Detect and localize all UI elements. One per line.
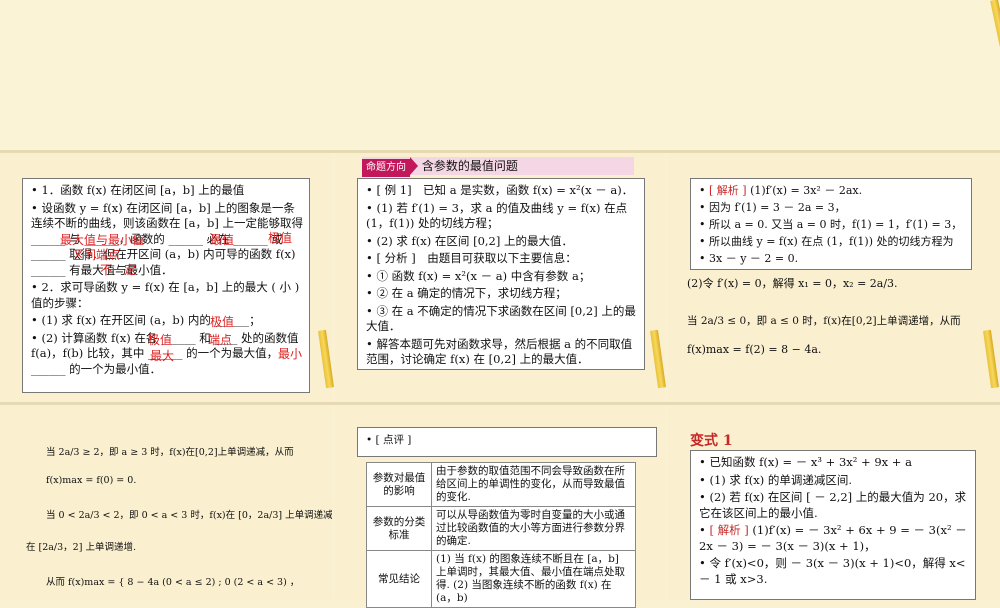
variant-item: 令 f′(x)<0，则 － 3(x － 3)(x + 1)<0，解得 x< － …	[699, 556, 969, 587]
case-line: 在 [2a/3，2] 上单调递增.	[26, 542, 136, 553]
top-blank-slide	[0, 0, 1000, 150]
answer-endpoint: 端点	[208, 333, 233, 347]
table-row: 参数的分类标准 可以从导函数值为零时自变量的大小或通过比较函数值的大小等方面进行…	[366, 506, 636, 551]
pencil-decoration-top	[968, 0, 1000, 150]
jiexi-label: [ 解析 ]	[709, 523, 749, 537]
variant-panel: 已知函数 f(x) = － x³ + 3x² + 9x + a (1) 求 f(…	[690, 450, 976, 600]
solution-item: 所以曲线 y = f(x) 在点 (1，f(1)) 处的切线方程为	[699, 234, 965, 249]
answer-biggest: 最大	[150, 349, 175, 363]
table-header-cell: 常见结论	[366, 550, 432, 608]
solution-step: (2)令 f′(x) = 0，解得 x₁ = 0，x₂ = 2a/3.	[687, 277, 898, 290]
tag-title: 含参数的最值问题	[421, 159, 518, 173]
table-header-cell: 参数的分类标准	[366, 506, 432, 551]
item-4: (1) 求 f(x) 在开区间 (a，b) 内的 ______；	[31, 313, 303, 329]
slide-4: 当 2a/3 ≥ 2，即 a ≥ 3 时，f(x)在[0,2]上单调递减，从而 …	[0, 405, 332, 600]
answer-jizhi-2: 极值	[210, 315, 235, 329]
variant-item: [ 解析 ] (1)f′(x) = － 3x² + 6x + 9 = － 3(x…	[699, 523, 969, 554]
solution-item: 因为 f′(1) = 3 － 2a = 3，	[699, 200, 965, 215]
comment-header: [ 点评 ]	[366, 434, 411, 446]
example-item: [ 分析 ] 由题目可获取以下主要信息：	[366, 251, 638, 267]
table-cell: (1) 当 f(x) 的图象连续不断且在 [a，b] 上单调时，其最大值、最小值…	[431, 550, 636, 608]
item-3: 2．求可导函数 y = f(x) 在 [a，b] 上的最大 ( 小 ) 值的步骤…	[31, 280, 303, 311]
solution-step: f(x)max = f(2) = 8 − 4a.	[687, 343, 822, 356]
solution-item: 所以 a = 0. 又当 a = 0 时，f(1) = 1，f′(1) = 3，	[699, 217, 965, 232]
example-item: (2) 求 f(x) 在区间 [0,2] 上的最大值．	[366, 234, 638, 250]
pencil-decoration-1	[318, 329, 334, 400]
slide-1: 1．函数 f(x) 在闭区间 [a，b] 上的最值 设函数 y = f(x) 在…	[0, 153, 332, 402]
table-row: 参数对最值的影响 由于参数的取值范围不同会导致函数在所给区间上的单调性的变化，从…	[366, 462, 636, 507]
example-item: (1) 若 f′(1) = 3，求 a 的值及曲线 y = f(x) 在点 (1…	[366, 201, 638, 232]
answer-jizhi: 极值	[268, 231, 293, 245]
table-header-cell: 参数对最值的影响	[366, 462, 432, 507]
variant-item: (2) 若 f(x) 在区间 [ － 2,2] 上的最大值为 20，求它在该区间…	[699, 490, 969, 521]
table-cell: 由于参数的取值范围不同会导致函数在所给区间上的单调性的变化，从而导致最值的变化.	[431, 462, 636, 507]
section-tag: 命题方向 含参数的最值问题	[362, 157, 634, 177]
jiexi-label: [ 解析 ]	[709, 184, 747, 197]
answer-zuizhi: 最值	[210, 233, 235, 247]
answer-jizhi-3: 极值	[148, 333, 173, 347]
answer-not-necessarily: 不一定	[100, 263, 137, 277]
example-item: [ 例 1] 已知 a 是实数，函数 f(x) = x²(x － a)．	[366, 183, 638, 199]
comment-table: 参数对最值的影响 由于参数的取值范围不同会导致函数在所给区间上的单调性的变化，从…	[366, 462, 636, 608]
variant-item: (1) 求 f(x) 的单调递减区间.	[699, 473, 969, 489]
table-row: 常见结论 (1) 当 f(x) 的图象连续不断且在 [a，b] 上单调时，其最大…	[366, 550, 636, 608]
solution-panel: [ 解析 ] (1)f′(x) = 3x² － 2ax. 因为 f′(1) = …	[690, 178, 972, 270]
example-item: 解答本题可先对函数求导，然后根据 a 的不同取值范围，讨论确定 f(x) 在 […	[366, 337, 638, 368]
variant-item: 已知函数 f(x) = － x³ + 3x² + 9x + a	[699, 455, 969, 471]
item-1: 1．函数 f(x) 在闭区间 [a，b] 上的最值	[31, 183, 303, 199]
example-item: ① 函数 f(x) = x²(x － a) 中含有参数 a；	[366, 269, 638, 285]
answer-smallest: 最小	[278, 347, 303, 361]
case-line: 从而 f(x)max = { 8 − 4a (0 < a ≤ 2) ; 0 (2…	[46, 577, 300, 588]
example-panel: [ 例 1] 已知 a 是实数，函数 f(x) = x²(x － a)． (1)…	[357, 178, 645, 370]
variant-title: 变式 1	[690, 433, 733, 449]
comment-panel: [ 点评 ]	[357, 427, 657, 457]
case-line: 当 2a/3 ≥ 2，即 a ≥ 3 时，f(x)在[0,2]上单调递减，从而	[46, 447, 294, 458]
tag-arrow-icon	[410, 157, 418, 175]
solution-item: 3x － y － 2 = 0.	[699, 251, 965, 266]
pencil-decoration-2	[650, 329, 666, 400]
case-line: 当 0 < 2a/3 < 2，即 0 < a < 3 时，f(x)在 [0，2a…	[46, 510, 332, 521]
solution-step: 当 2a/3 ≤ 0，即 a ≤ 0 时，f(x)在[0,2]上单调递增，从而	[687, 315, 961, 327]
example-item: ③ 在 a 不确定的情况下求函数在区间 [0,2] 上的最大值．	[366, 304, 638, 335]
table-cell: 可以从导函数值为零时自变量的大小或通过比较函数值的大小等方面进行参数分界的确定.	[431, 506, 636, 551]
pencil-decoration-3	[983, 329, 999, 400]
solution-item: [ 解析 ] (1)f′(x) = 3x² － 2ax.	[699, 183, 965, 198]
case-line: f(x)max = f(0) = 0.	[46, 475, 137, 486]
tag-label: 命题方向	[362, 159, 410, 177]
example-item: ② 在 a 确定的情况下，求切线方程；	[366, 286, 638, 302]
